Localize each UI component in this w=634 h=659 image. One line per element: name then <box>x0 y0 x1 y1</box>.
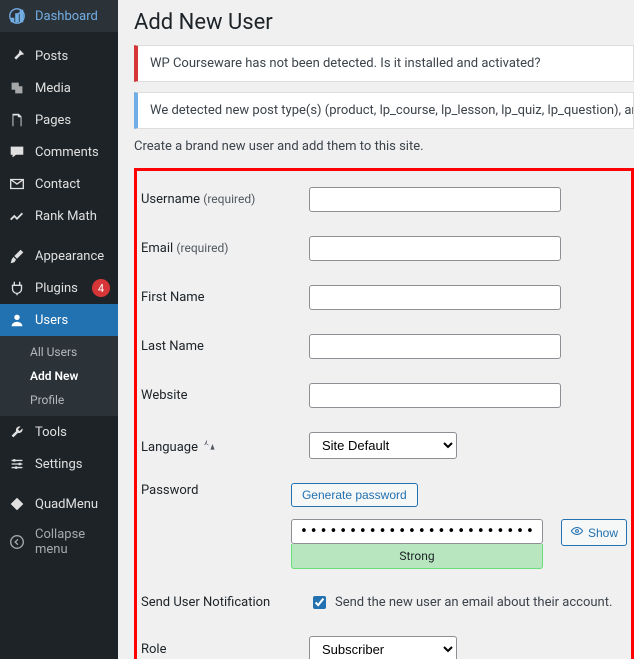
password-input[interactable] <box>291 519 543 544</box>
submenu-add-new[interactable]: Add New <box>0 364 118 388</box>
sidebar-label: Users <box>35 313 110 328</box>
translate-icon <box>202 437 216 451</box>
role-label: Role <box>141 642 309 657</box>
sidebar-label: Pages <box>35 113 110 128</box>
language-label: Language <box>141 437 309 455</box>
collapse-icon <box>8 533 26 551</box>
sidebar-item-dashboard[interactable]: Dashboard <box>0 0 118 32</box>
notify-checkbox-row[interactable]: Send the new user an email about their a… <box>309 593 627 612</box>
sidebar-label: Tools <box>35 425 110 440</box>
add-user-form: Username (required) Email (required) Fir… <box>134 168 634 659</box>
notify-text: Send the new user an email about their a… <box>335 595 612 610</box>
sidebar-item-plugins[interactable]: Plugins 4 <box>0 272 118 304</box>
page-title: Add New User <box>134 10 634 35</box>
diamond-icon <box>8 495 26 513</box>
sidebar-label: Posts <box>35 49 110 64</box>
email-input[interactable] <box>309 236 561 261</box>
sidebar-label: Collapse menu <box>35 527 110 557</box>
language-select[interactable]: Site Default <box>309 432 457 459</box>
plug-icon <box>8 279 26 297</box>
users-submenu: All Users Add New Profile <box>0 336 118 416</box>
submenu-all-users[interactable]: All Users <box>0 340 118 364</box>
website-label: Website <box>141 388 309 403</box>
sidebar-label: Contact <box>35 177 110 192</box>
sidebar-label: Settings <box>35 457 110 472</box>
plugins-update-badge: 4 <box>92 279 110 297</box>
admin-sidebar: Dashboard Posts Media Pages Comments Con… <box>0 0 118 659</box>
password-strength: Strong <box>291 544 543 569</box>
sidebar-item-collapse[interactable]: Collapse menu <box>0 520 118 564</box>
sidebar-item-quadmenu[interactable]: QuadMenu <box>0 488 118 520</box>
website-input[interactable] <box>309 383 561 408</box>
chart-icon <box>8 207 26 225</box>
brush-icon <box>8 247 26 265</box>
page-description: Create a brand new user and add them to … <box>134 139 634 154</box>
notify-checkbox[interactable] <box>313 596 326 609</box>
pin-icon <box>8 47 26 65</box>
email-label: Email (required) <box>141 241 309 256</box>
notice-info: We detected new post type(s) (product, l… <box>134 92 634 129</box>
lastname-label: Last Name <box>141 339 309 354</box>
username-input[interactable] <box>309 187 561 212</box>
sliders-icon <box>8 455 26 473</box>
sidebar-item-users[interactable]: Users <box>0 304 118 336</box>
mail-icon <box>8 175 26 193</box>
main-content: Add New User WP Courseware has not been … <box>118 0 634 659</box>
role-select[interactable]: Subscriber <box>309 636 457 659</box>
password-label: Password <box>141 483 291 498</box>
eye-icon <box>570 524 584 541</box>
sidebar-item-contact[interactable]: Contact <box>0 168 118 200</box>
dashboard-icon <box>8 7 26 25</box>
sidebar-item-pages[interactable]: Pages <box>0 104 118 136</box>
user-icon <box>8 311 26 329</box>
sidebar-item-posts[interactable]: Posts <box>0 40 118 72</box>
sidebar-label: Rank Math <box>35 209 110 224</box>
submenu-profile[interactable]: Profile <box>0 388 118 412</box>
sidebar-item-rankmath[interactable]: Rank Math <box>0 200 118 232</box>
sidebar-label: QuadMenu <box>35 497 110 512</box>
firstname-label: First Name <box>141 290 309 305</box>
notice-error: WP Courseware has not been detected. Is … <box>134 45 634 82</box>
page-icon <box>8 111 26 129</box>
wrench-icon <box>8 423 26 441</box>
sidebar-item-comments[interactable]: Comments <box>0 136 118 168</box>
sidebar-item-appearance[interactable]: Appearance <box>0 240 118 272</box>
sidebar-label: Media <box>35 81 110 96</box>
sidebar-item-settings[interactable]: Settings <box>0 448 118 480</box>
generate-password-button[interactable]: Generate password <box>291 483 418 507</box>
lastname-input[interactable] <box>309 334 561 359</box>
sidebar-label: Dashboard <box>35 9 110 24</box>
sidebar-item-media[interactable]: Media <box>0 72 118 104</box>
sidebar-label: Plugins <box>35 281 83 296</box>
notify-label: Send User Notification <box>141 595 309 610</box>
comment-icon <box>8 143 26 161</box>
username-label: Username (required) <box>141 192 309 207</box>
firstname-input[interactable] <box>309 285 561 310</box>
sidebar-label: Appearance <box>35 249 110 264</box>
sidebar-item-tools[interactable]: Tools <box>0 416 118 448</box>
media-icon <box>8 79 26 97</box>
sidebar-label: Comments <box>35 145 110 160</box>
show-password-button[interactable]: Show <box>561 519 627 546</box>
